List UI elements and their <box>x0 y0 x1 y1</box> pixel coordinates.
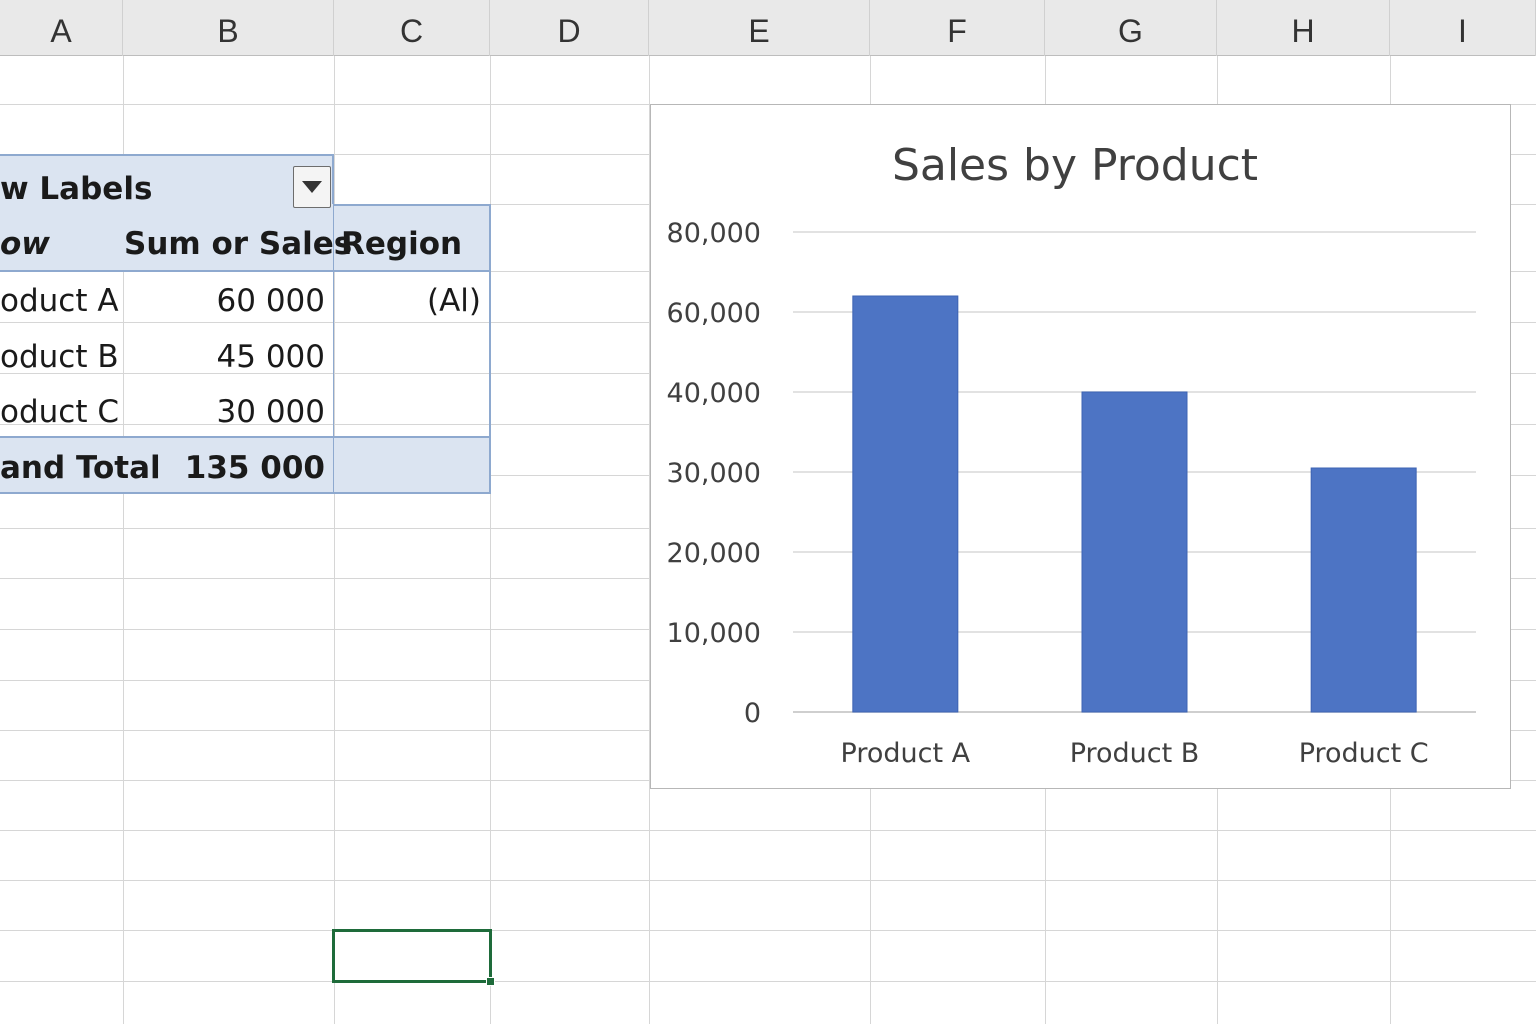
chart-bar <box>1081 391 1188 713</box>
selected-cell[interactable] <box>332 929 492 983</box>
pivot-region-header: Region <box>341 226 463 262</box>
column-header-a[interactable]: A <box>0 0 123 56</box>
pivot-table[interactable]: w Labels ow Sum or Sales Region oduct A … <box>0 154 491 494</box>
pivot-border <box>0 154 334 156</box>
pivot-row-value: 30 000 <box>216 394 325 430</box>
column-header-d[interactable]: D <box>490 0 649 56</box>
x-axis-categories: Product A Product B Product C <box>841 738 1429 769</box>
chart-title: Sales by Product <box>892 140 1258 191</box>
x-category-label: Product A <box>841 738 971 769</box>
gridline-h <box>0 930 1536 931</box>
column-header-bar: A B C D E F G H I <box>0 0 1536 56</box>
pivot-border <box>0 436 491 438</box>
pivot-border <box>332 154 334 204</box>
column-header-f[interactable]: F <box>870 0 1045 56</box>
y-tick-label: 80,000 <box>667 218 761 249</box>
y-tick-label: 60,000 <box>667 298 761 329</box>
pivot-row-labels-header: w Labels <box>0 171 153 207</box>
pivot-border <box>0 270 491 272</box>
y-tick-label: 10,000 <box>667 618 761 649</box>
pivot-row-value: 60 000 <box>216 283 325 319</box>
y-tick-label: 0 <box>744 698 761 729</box>
column-header-c[interactable]: C <box>334 0 490 56</box>
pivot-filter-button[interactable] <box>293 166 331 208</box>
column-header-i[interactable]: I <box>1390 0 1536 56</box>
chart-container[interactable]: Sales by Product 0 10,000 20,000 30,000 40,0… <box>650 104 1511 789</box>
spreadsheet-window: A B C D E F G H I w Labels ow Sum or Sal… <box>0 0 1536 1024</box>
y-tick-label: 20,000 <box>667 538 761 569</box>
y-tick-label: 40,000 <box>667 378 761 409</box>
column-header-h[interactable]: H <box>1217 0 1390 56</box>
fill-handle[interactable] <box>486 977 495 986</box>
gridline-h <box>0 880 1536 881</box>
pivot-row-label: oduct A <box>0 283 119 319</box>
chevron-down-icon <box>302 181 322 193</box>
column-header-b[interactable]: B <box>123 0 334 56</box>
pivot-row-value: 45 000 <box>216 339 325 375</box>
pivot-row-region: (Al) <box>426 283 481 319</box>
pivot-row-label: oduct B <box>0 339 119 375</box>
pivot-border <box>489 204 491 494</box>
bar-chart: Sales by Product 0 10,000 20,000 30,000 40,0… <box>667 140 1476 769</box>
column-header-e[interactable]: E <box>649 0 870 56</box>
y-axis-ticks: 0 10,000 20,000 30,000 40,000 60,000 80,000 <box>667 218 761 729</box>
pivot-border <box>334 204 491 206</box>
pivot-border <box>0 492 491 494</box>
chart-bars <box>852 295 1417 713</box>
pivot-sum-header: Sum or Sales <box>124 226 353 262</box>
gridline-h <box>0 981 1536 982</box>
column-header-g[interactable]: G <box>1045 0 1217 56</box>
pivot-row-header: ow <box>0 226 50 262</box>
x-category-label: Product C <box>1299 738 1429 769</box>
gridline-h <box>0 830 1536 831</box>
chart-bar <box>852 295 959 713</box>
pivot-row-label: oduct C <box>0 394 119 430</box>
chart-bar <box>1310 467 1417 713</box>
pivot-grand-total-value: 135 000 <box>184 450 325 486</box>
x-category-label: Product B <box>1070 738 1200 769</box>
y-tick-label: 30,000 <box>667 458 761 489</box>
